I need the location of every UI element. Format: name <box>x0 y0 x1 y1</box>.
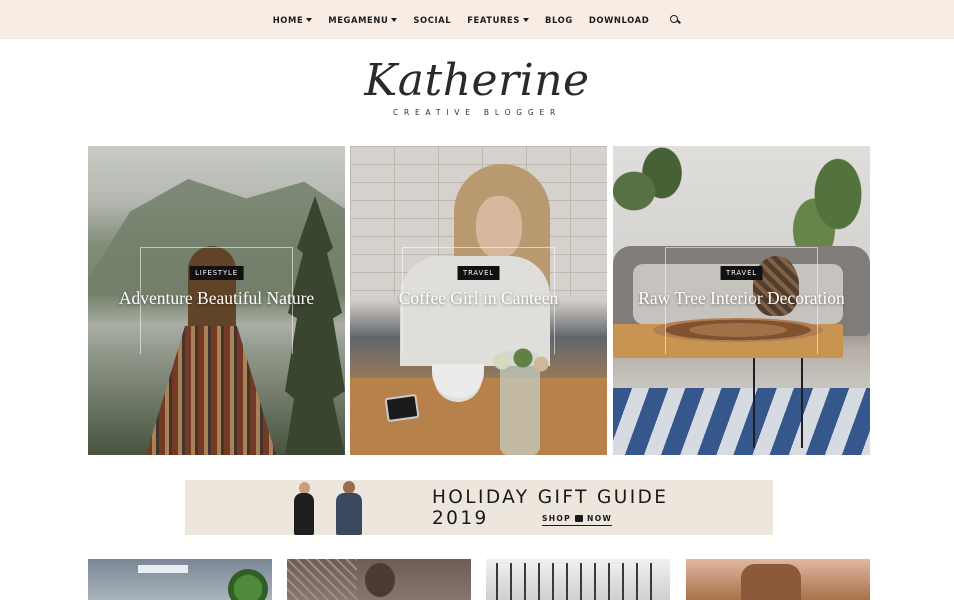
lamp-shape <box>138 565 188 573</box>
nav-item-features[interactable]: FEATURES <box>459 0 537 39</box>
fence-shape <box>287 559 357 600</box>
caret-down-icon <box>306 18 313 22</box>
bag-shape <box>741 564 801 600</box>
nav-item-megamenu[interactable]: MEGAMENU <box>320 0 405 39</box>
post-thumbnail[interactable] <box>486 559 670 600</box>
featured-post-card[interactable]: TRAVEL Coffee Girl in Canteen <box>350 146 607 455</box>
post-title[interactable]: Coffee Girl in Canteen <box>370 287 587 310</box>
cta-label-right: NOW <box>587 514 613 523</box>
category-badge[interactable]: TRAVEL <box>720 266 763 280</box>
gift-icon <box>575 515 584 522</box>
post-thumbnail[interactable] <box>88 559 272 600</box>
caret-down-icon <box>523 18 529 22</box>
search-button[interactable] <box>657 0 689 39</box>
plant-shape <box>228 569 268 600</box>
cta-label-left: SHOP <box>542 514 572 523</box>
post-thumbnail[interactable] <box>686 559 870 600</box>
logo-tagline: CREATIVE BLOGGER <box>392 108 562 117</box>
nav-item-download[interactable]: DOWNLOAD <box>581 0 657 39</box>
nav-item-label: FEATURES <box>467 14 520 25</box>
featured-posts: LIFESTYLE Adventure Beautiful Nature TRA… <box>88 146 870 455</box>
caret-down-icon <box>391 18 398 22</box>
nav-item-social[interactable]: SOCIAL <box>405 0 459 39</box>
post-title[interactable]: Raw Tree Interior Decoration <box>633 287 850 310</box>
nav-menu: HOME MEGAMENU SOCIAL FEATURES BLOG DOWNL… <box>0 0 954 39</box>
recent-posts-grid <box>88 559 870 600</box>
woman-model-image <box>290 482 318 535</box>
shop-now-link[interactable]: SHOP NOW <box>542 514 613 526</box>
body-shape <box>336 493 362 535</box>
post-thumbnail[interactable] <box>287 559 471 600</box>
nav-item-label: MEGAMENU <box>328 14 389 25</box>
railing-shape <box>496 563 656 600</box>
nav-item-home[interactable]: HOME <box>265 0 321 39</box>
category-badge[interactable]: LIFESTYLE <box>189 266 244 280</box>
category-badge[interactable]: TRAVEL <box>457 266 500 280</box>
holiday-gift-banner[interactable]: HOLIDAY GIFT GUIDE 2019 SHOP NOW <box>185 480 773 535</box>
featured-post-card[interactable]: TRAVEL Raw Tree Interior Decoration <box>613 146 870 455</box>
logo-name: Katherine <box>364 55 590 106</box>
search-icon <box>669 14 681 26</box>
nav-item-label: DOWNLOAD <box>588 14 650 25</box>
person-head-shape <box>365 563 395 597</box>
man-model-image <box>333 480 365 535</box>
nav-item-label: BLOG <box>545 14 573 25</box>
top-navigation-bar: HOME MEGAMENU SOCIAL FEATURES BLOG DOWNL… <box>0 0 954 39</box>
nav-item-blog[interactable]: BLOG <box>537 0 581 39</box>
body-shape <box>294 493 314 535</box>
featured-post-card[interactable]: LIFESTYLE Adventure Beautiful Nature <box>88 146 345 455</box>
site-logo[interactable]: Katherine <box>0 52 954 110</box>
post-title[interactable]: Adventure Beautiful Nature <box>108 287 325 310</box>
nav-item-label: SOCIAL <box>413 14 452 25</box>
nav-item-label: HOME <box>272 14 304 25</box>
